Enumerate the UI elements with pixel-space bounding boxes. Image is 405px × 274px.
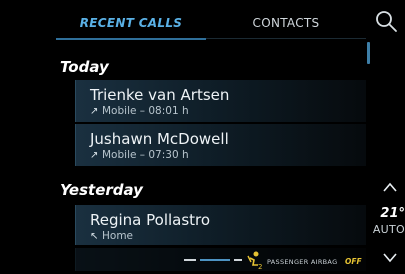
incoming-call-arrow-icon: ↖ [90,231,99,242]
active-tab-indicator [56,38,206,40]
tab-contacts[interactable]: CONTACTS [206,8,366,38]
caller-name: Trienke van Artsen [90,86,230,104]
call-detail: ↖ Home [90,230,133,242]
section-header-yesterday: Yesterday [60,181,143,199]
search-icon[interactable] [372,8,402,36]
call-detail-text: Mobile – 08:01 h [102,105,189,117]
caller-name: Regina Pollastro [90,211,211,229]
caller-name: Jushawn McDowell [90,130,229,148]
tab-recent-calls[interactable]: RECENT CALLS [56,8,206,38]
temp-up-chevron-icon[interactable] [380,178,400,196]
call-detail: ↗ Mobile – 08:01 h [90,105,189,117]
list-scrollbar[interactable] [367,42,370,64]
tab-divider [206,38,366,39]
call-detail: ↗ Mobile – 07:30 h [90,149,189,161]
temperature-value: 21° [380,206,405,221]
outgoing-call-arrow-icon: ↗ [90,150,99,161]
airbag-label: PASSENGER AIRBAG [267,258,338,266]
page-indicator-active [200,259,230,261]
section-header-today: Today [60,58,109,76]
page-indicator-dash [184,259,196,261]
call-detail-text: Mobile – 07:30 h [102,149,189,161]
page-indicator-dash [234,259,242,261]
status-bar: 2 PASSENGER AIRBAG OFF [180,248,370,271]
climate-mode: AUTO [372,223,405,236]
airbag-status: OFF [345,257,362,266]
phone-screen: RECENT CALLS CONTACTS Today Trienke van … [0,0,405,271]
call-detail-text: Home [102,230,134,242]
call-list-item[interactable]: Trienke van Artsen ↗ Mobile – 08:01 h [75,80,366,122]
call-list-item[interactable]: Jushawn McDowell ↗ Mobile – 07:30 h [75,124,366,166]
svg-text:2: 2 [258,263,262,270]
tab-bar: RECENT CALLS CONTACTS [56,8,366,40]
call-list-item[interactable]: Regina Pollastro ↖ Home [75,205,366,245]
outgoing-call-arrow-icon: ↗ [90,106,99,117]
passenger-airbag-icon: 2 [246,250,264,271]
temp-down-chevron-icon[interactable] [380,250,400,266]
